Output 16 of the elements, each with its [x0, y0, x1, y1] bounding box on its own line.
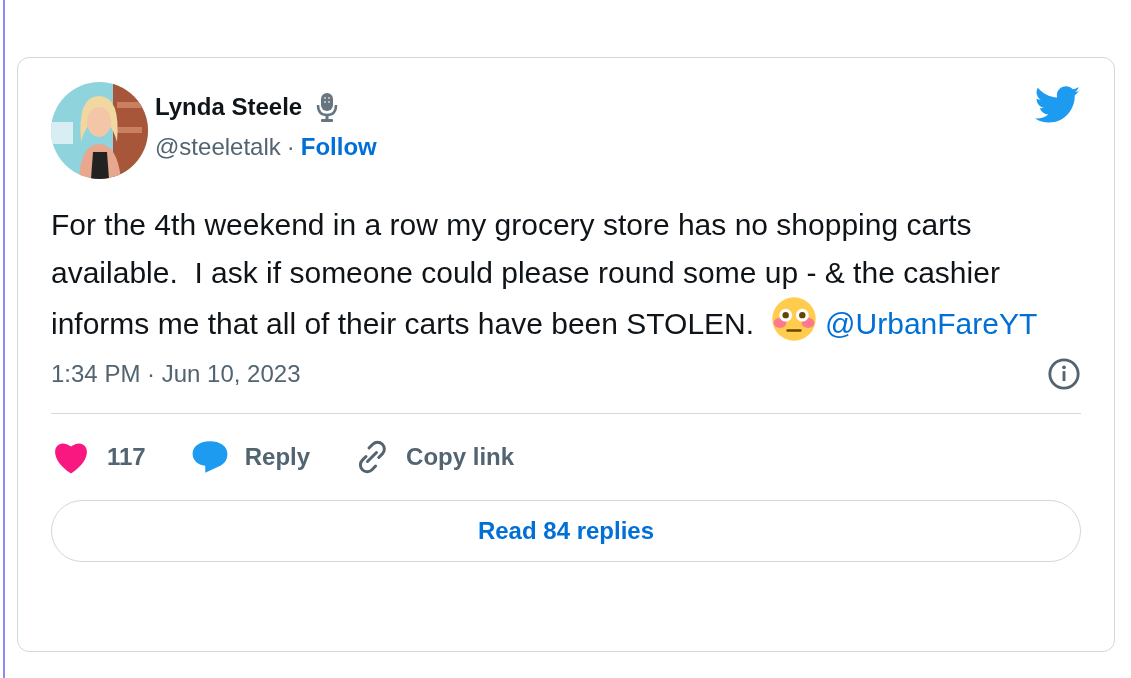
read-replies-button[interactable]: Read 84 replies	[51, 499, 1081, 562]
like-action-label[interactable]: 117	[107, 438, 146, 475]
flushed-face-icon	[770, 296, 817, 342]
tweet-text: For the 4th weekend in a row my grocery store has no shopping carts available. I ask if someone could please round some up - & the cashier informs me that all of their carts have been STOLEN. @UrbanFareYT	[51, 207, 1039, 344]
separator-dot: ·	[286, 132, 295, 162]
author-handle: @steeletalk	[155, 132, 281, 162]
mention-link[interactable]: @UrbanFareYT	[825, 307, 1038, 340]
follow-link[interactable]: Follow	[300, 132, 377, 162]
bird-icon[interactable]	[1035, 86, 1081, 124]
timestamp-link[interactable]: 1:34 PM · Jun 10, 2023	[51, 355, 301, 392]
info-icon[interactable]	[1047, 356, 1081, 391]
microphone-icon	[316, 92, 339, 122]
author-name: Lynda Steele	[155, 92, 303, 122]
reply-action-label[interactable]: Reply	[244, 438, 311, 475]
speech-bubble-icon[interactable]	[190, 438, 229, 475]
copy-action-label[interactable]: Copy link	[406, 438, 515, 475]
